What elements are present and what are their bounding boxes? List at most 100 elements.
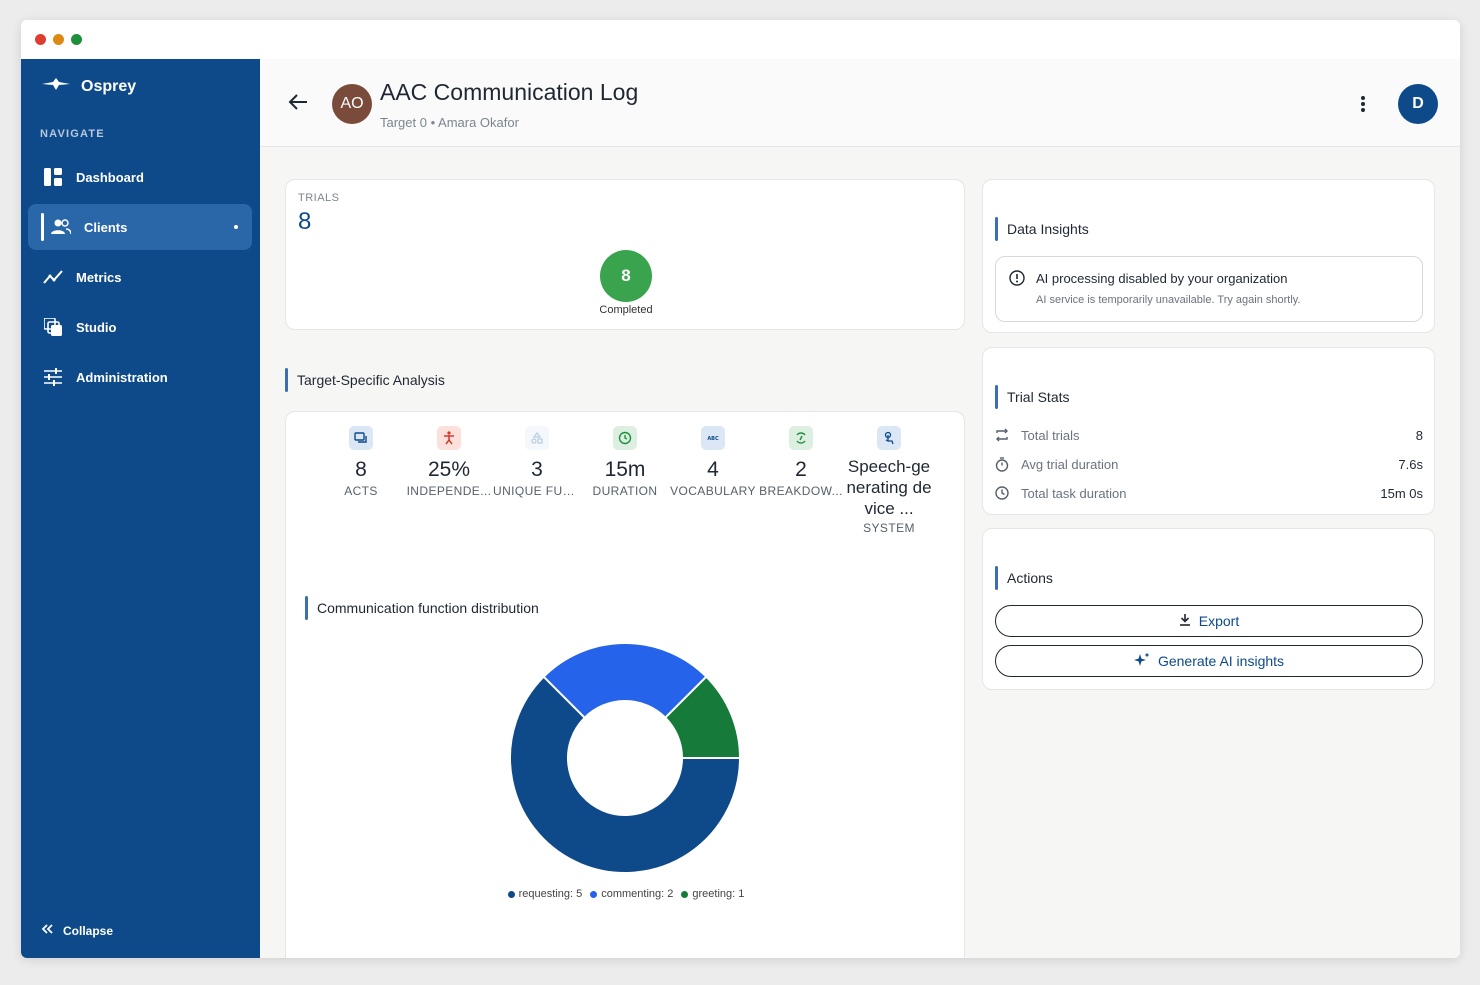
sidebar-item-label: Administration: [76, 369, 168, 385]
completed-count-badge: 8: [600, 250, 652, 302]
people-icon: [50, 216, 72, 238]
main-content: AO AAC Communication Log Target 0 • Amar…: [260, 59, 1460, 958]
ai-disabled-notice: AI processing disabled by your organizat…: [995, 256, 1423, 322]
analysis-section-title: Target-Specific Analysis: [285, 368, 445, 392]
repair-icon: [789, 426, 813, 450]
trial-stats-card: Trial Stats Total trials 8 Avg trial dur…: [982, 347, 1435, 515]
metric-duration: 15m DURATION: [581, 426, 669, 498]
clock-icon: [995, 486, 1013, 500]
clock-icon: [613, 426, 637, 450]
collapse-button[interactable]: Collapse: [41, 923, 113, 938]
layers-icon: [42, 316, 64, 338]
metric-value: 2: [795, 458, 807, 481]
sidebar-item-label: Metrics: [76, 269, 122, 285]
metric-value: 25%: [427, 458, 471, 481]
stat-value: 8: [1415, 427, 1423, 443]
shapes-icon: [525, 426, 549, 450]
metric-value: 3: [531, 458, 543, 481]
stat-label: Avg trial duration: [1021, 456, 1119, 472]
trend-icon: [42, 266, 64, 288]
actions-card: Actions Export Generate AI insights: [982, 528, 1435, 690]
stat-row-avg-duration: Avg trial duration 7.6s: [995, 454, 1423, 474]
data-insights-card: Data Insights AI processing disabled by …: [982, 179, 1435, 333]
sidebar-item-studio[interactable]: Studio: [28, 304, 252, 350]
metric-breakdowns: 2 BREAKDOW...: [757, 426, 845, 498]
client-avatar: AO: [332, 84, 372, 124]
page-title: AAC Communication Log: [380, 79, 639, 105]
stat-value: 15m 0s: [1380, 485, 1423, 501]
maximize-window-button[interactable]: [71, 34, 82, 45]
metric-label: ACTS: [344, 484, 378, 498]
metric-system: Speech-generating device ... SYSTEM: [845, 426, 933, 535]
metric-label: BREAKDOW...: [759, 484, 843, 498]
sidebar-item-metrics[interactable]: Metrics: [28, 254, 252, 300]
donut-chart: [509, 642, 742, 874]
touch-icon: [877, 426, 901, 450]
sparkle-icon: [1133, 652, 1150, 671]
minimize-window-button[interactable]: [53, 34, 64, 45]
sliders-icon: [42, 366, 64, 388]
stat-label: Total trials: [1021, 427, 1080, 443]
nav-heading: NAVIGATE: [40, 128, 105, 140]
chart-legend: requesting: 5 commenting: 2 greeting: 1: [286, 888, 966, 900]
stopwatch-icon: [995, 456, 1013, 472]
title-bar: [21, 20, 1460, 59]
download-icon: [1179, 613, 1191, 629]
stat-label: Total task duration: [1021, 485, 1127, 501]
export-button[interactable]: Export: [995, 605, 1423, 637]
user-avatar[interactable]: D: [1398, 84, 1438, 124]
metric-vocabulary: ABC 4 VOCABULARY: [669, 426, 757, 498]
metric-label: SYSTEM: [863, 521, 915, 535]
active-indicator-dot: [234, 225, 238, 229]
legend-item: requesting: 5: [507, 888, 583, 900]
metric-label: UNIQUE FUN...: [493, 484, 581, 498]
sidebar-item-dashboard[interactable]: Dashboard: [28, 154, 252, 200]
double-chevron-left-icon: [41, 923, 53, 938]
legend-label: requesting: 5: [518, 888, 583, 900]
metric-value: 4: [707, 458, 719, 481]
legend-item: commenting: 2: [590, 888, 673, 900]
metric-label: DURATION: [592, 484, 658, 498]
sidebar-item-label: Studio: [76, 319, 117, 335]
metric-label: INDEPENDE...: [406, 484, 492, 498]
stat-value: 7.6s: [1398, 456, 1423, 472]
repeat-icon: [995, 428, 1013, 442]
sidebar-item-clients[interactable]: Clients: [28, 204, 252, 250]
brand-name: Osprey: [81, 77, 137, 95]
sidebar-item-label: Dashboard: [76, 169, 144, 185]
completed-label: Completed: [599, 304, 653, 316]
trials-label: TRIALS: [298, 192, 340, 204]
brand[interactable]: Osprey: [41, 77, 136, 96]
legend-label: commenting: 2: [601, 888, 674, 900]
sidebar-item-administration[interactable]: Administration: [28, 354, 252, 400]
generate-ai-insights-button[interactable]: Generate AI insights: [995, 645, 1423, 677]
stats-title: Trial Stats: [995, 385, 1070, 409]
chat-icon: [349, 426, 373, 450]
metric-acts: 8 ACTS: [317, 426, 405, 498]
stat-row-total-trials: Total trials 8: [995, 425, 1423, 445]
page-header: AO AAC Communication Log Target 0 • Amar…: [260, 59, 1460, 147]
more-options-icon[interactable]: [1360, 95, 1366, 118]
close-window-button[interactable]: [35, 34, 46, 45]
metric-unique-functions: 3 UNIQUE FUN...: [493, 426, 581, 498]
chart-title: Communication function distribution: [305, 596, 539, 620]
app-window: Osprey NAVIGATE Dashboard Clients Metric…: [21, 20, 1460, 958]
back-arrow-icon[interactable]: [288, 93, 308, 116]
metric-value: Speech-generating device ...: [846, 457, 932, 518]
insights-title: Data Insights: [995, 217, 1089, 241]
osprey-logo-icon: [41, 77, 71, 96]
notice-description: AI service is temporarily unavailable. T…: [1036, 294, 1301, 306]
legend-swatch: [590, 890, 598, 898]
dashboard-icon: [42, 166, 64, 188]
svg-text:ABC: ABC: [707, 436, 719, 442]
metric-label: VOCABULARY: [670, 484, 756, 498]
trials-card: TRIALS 8 8 Completed: [285, 179, 965, 330]
collapse-label: Collapse: [63, 923, 114, 938]
metric-value: 15m: [604, 458, 646, 481]
person-icon: [437, 426, 461, 450]
legend-item: greeting: 1: [681, 888, 744, 900]
stat-row-total-task-duration: Total task duration 15m 0s: [995, 483, 1423, 503]
info-icon: [1009, 270, 1025, 291]
legend-label: greeting: 1: [692, 888, 745, 900]
page-subtitle: Target 0 • Amara Okafor: [380, 115, 519, 130]
